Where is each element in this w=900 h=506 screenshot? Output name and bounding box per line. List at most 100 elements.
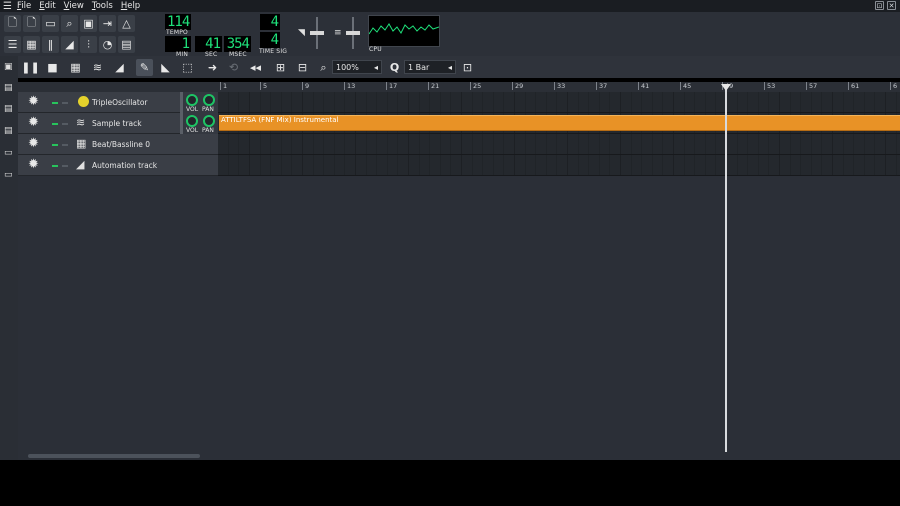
horizontal-scrollbar-thumb[interactable]	[28, 454, 200, 458]
open-project-button[interactable]: ▭	[42, 15, 59, 32]
draw-mode-button[interactable]: ✎	[136, 59, 153, 76]
volume-label: VOL	[186, 106, 199, 113]
my-presets-icon[interactable]: ▤	[4, 126, 13, 136]
chevron-left-icon: ◂	[447, 63, 452, 72]
mute-button[interactable]	[52, 165, 58, 167]
home-folder-icon[interactable]: ▭	[4, 148, 13, 158]
automation-editor-button[interactable]: ◢	[61, 36, 78, 53]
track-header[interactable]: ✹ ◢ Automation track	[18, 155, 218, 176]
tempo-display[interactable]: 114	[165, 14, 191, 30]
beat-bassline-editor-button[interactable]: ▦	[23, 36, 40, 53]
song-editor-empty-area[interactable]	[18, 176, 900, 460]
volume-knob[interactable]	[186, 115, 198, 127]
automation-ramp-icon: ◢	[76, 158, 85, 171]
stop-behaviour-button[interactable]: ◂◂	[247, 59, 264, 76]
piano-icon: ‖	[47, 38, 54, 51]
bar-marker: 61	[848, 82, 859, 90]
computer-icon[interactable]: ▭	[4, 170, 13, 180]
remove-bar-button[interactable]: ⊟	[294, 59, 311, 76]
recent-projects-button[interactable]: ⌕	[61, 15, 78, 32]
solo-button[interactable]	[62, 102, 68, 104]
pan-label: PAN	[202, 127, 214, 134]
search-icon: ⌕	[66, 16, 73, 30]
export-project-button[interactable]: ⇥	[99, 15, 116, 32]
add-beat-bassline-button[interactable]: ▦	[67, 59, 84, 76]
gear-icon[interactable]: ✹	[28, 95, 39, 109]
zoom-combo[interactable]: 100% ◂	[332, 60, 382, 74]
solo-button[interactable]	[62, 123, 68, 125]
metronome-button[interactable]: △	[118, 15, 135, 32]
my-samples-icon[interactable]: ▤	[4, 104, 13, 114]
mute-button[interactable]	[52, 123, 58, 125]
close-window-button[interactable]: ✕	[887, 1, 896, 10]
gear-icon[interactable]: ✹	[28, 137, 39, 151]
track-name[interactable]: Automation track	[92, 161, 157, 170]
track-lane[interactable]	[218, 134, 900, 155]
track-name[interactable]: TripleOscillator	[92, 98, 148, 107]
app-menu-icon[interactable]: ☰	[3, 1, 12, 12]
my-projects-icon[interactable]: ▤	[4, 83, 13, 93]
menu-edit[interactable]: Edit	[39, 1, 55, 11]
track-header[interactable]: ✹ ▦ Beat/Bassline 0	[18, 134, 218, 155]
insert-bar-button[interactable]: ⊞	[272, 59, 289, 76]
zoom-label: ⌕	[315, 59, 332, 76]
snap-button[interactable]: ⊡	[459, 59, 476, 76]
track-name[interactable]: Beat/Bassline 0	[92, 140, 150, 149]
quantize-label: Q	[386, 59, 403, 76]
gear-icon[interactable]: ✹	[28, 116, 39, 130]
select-mode-button[interactable]: ⬚	[179, 59, 196, 76]
pause-button[interactable]: ❚❚	[21, 59, 40, 76]
piano-roll-button[interactable]: ‖	[42, 36, 59, 53]
quantize-combo[interactable]: 1 Bar ◂	[404, 60, 456, 74]
bar-marker: 9	[302, 82, 309, 90]
controller-rack-button[interactable]: ◔	[99, 36, 116, 53]
project-notes-button[interactable]: ▤	[118, 36, 135, 53]
loop-points-button[interactable]: ⟲	[225, 59, 242, 76]
new-from-template-button[interactable]: 🗋	[23, 15, 40, 32]
volume-knob[interactable]	[186, 94, 198, 106]
new-project-button[interactable]: 🗋	[4, 15, 21, 32]
pan-knob[interactable]	[203, 94, 215, 106]
beat-grid-icon: ▦	[76, 137, 87, 150]
auto-scroll-button[interactable]: ➜	[204, 59, 221, 76]
notes-icon: ▤	[121, 38, 132, 51]
bar-marker: 25	[470, 82, 481, 90]
sample-clip[interactable]: ATTILTFSA (FNF Mix) Instrumental	[219, 115, 900, 131]
master-pitch-handle[interactable]	[346, 31, 360, 35]
chevron-left-icon: ◂	[373, 63, 378, 72]
stop-button[interactable]: ■	[44, 59, 61, 76]
bar-marker: 1	[220, 82, 227, 90]
bar-marker: 45	[680, 82, 691, 90]
add-automation-track-button[interactable]: ◢	[111, 59, 128, 76]
playhead-line[interactable]	[725, 86, 727, 452]
time-min-display: 1	[165, 36, 191, 52]
pause-icon: ❚❚	[21, 61, 40, 74]
song-editor-button[interactable]: ☰	[4, 36, 21, 53]
gear-icon[interactable]: ✹	[28, 158, 39, 172]
master-volume-handle[interactable]	[310, 31, 324, 35]
track-lane[interactable]	[218, 155, 900, 176]
timeline-ruler[interactable]: 1 5 9 13 17 21 25 29 33 37 41 45 49 53 5…	[218, 82, 900, 92]
mute-button[interactable]	[52, 144, 58, 146]
menu-tools[interactable]: Tools	[92, 1, 113, 11]
mixer-button[interactable]: ⫶	[80, 36, 97, 53]
mute-button[interactable]	[52, 102, 58, 104]
solo-button[interactable]	[62, 144, 68, 146]
save-project-button[interactable]: ▣	[80, 15, 97, 32]
playhead-marker-icon[interactable]	[721, 84, 731, 91]
track-name[interactable]: Sample track	[92, 119, 142, 128]
timesig-numerator[interactable]: 4	[260, 14, 280, 30]
timesig-denominator[interactable]: 4	[260, 32, 280, 48]
bar-marker: 5	[260, 82, 267, 90]
track-lane[interactable]	[218, 92, 900, 113]
menu-help[interactable]: Help	[121, 1, 140, 11]
knife-mode-button[interactable]: ◣	[157, 59, 174, 76]
instrument-plugins-icon[interactable]: ▣	[4, 62, 13, 72]
menu-view[interactable]: View	[64, 1, 84, 11]
track-grip[interactable]	[180, 92, 183, 134]
pan-knob[interactable]	[203, 115, 215, 127]
add-sample-track-button[interactable]: ≋	[89, 59, 106, 76]
restore-window-button[interactable]: ⊡	[875, 1, 884, 10]
menu-file[interactable]: File	[17, 1, 31, 11]
solo-button[interactable]	[62, 165, 68, 167]
